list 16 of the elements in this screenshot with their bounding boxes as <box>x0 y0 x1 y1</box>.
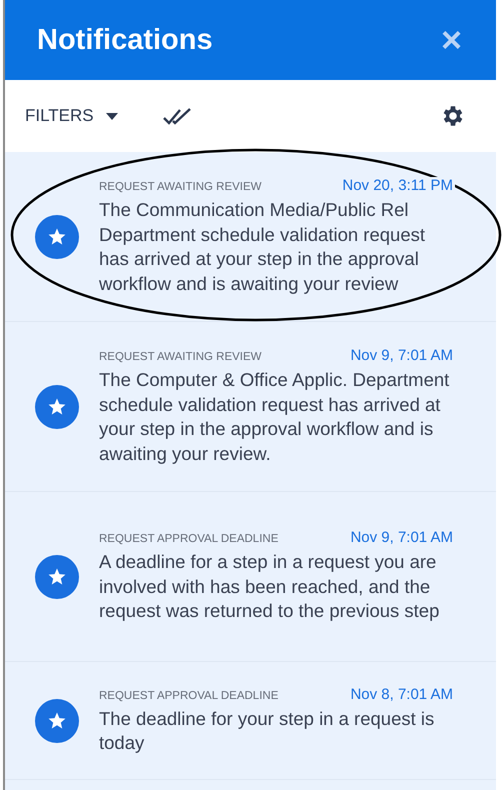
notification-text: The deadline for your step in a request is today <box>99 706 436 755</box>
notification-category: REQUEST AWAITING REVIEW <box>99 181 262 193</box>
notification-item[interactable]: REQUEST AWAITING REVIEW Nov 9, 7:01 AM The Computer & Office Applic. Department schedule validation request has arrived at your step in the approval workflow and is awaiting your review. <box>5 322 496 492</box>
notification-category: REQUEST APPROVAL DEADLINE <box>99 533 278 546</box>
caret-icon <box>106 112 118 120</box>
notification-item[interactable]: REQUEST AWAITING REVIEW Nov 20, 3:11 PM The Communication Media/Public Rel Department schedule validation request has arrived at your step in the approval workflow and is awaiting your review <box>5 152 496 322</box>
notification-item[interactable]: REQUEST APPROVAL DEADLINE Nov 9, 7:01 AM A deadline for a step in a request you are involved with has been reached, and the request was returned to the previous step <box>5 492 496 662</box>
double-check-icon[interactable] <box>162 106 192 126</box>
panel-title: Notifications <box>37 24 213 56</box>
notification-category: REQUEST AWAITING REVIEW <box>99 351 262 363</box>
notification-text: The Computer & Office Applic. Department schedule validation request has arrived at your step in the approval workflow and is awaiting your review. <box>99 368 450 466</box>
notification-category: REQUEST APPROVAL DEADLINE <box>99 690 278 702</box>
filters-dropdown[interactable]: FILTERS <box>25 106 118 126</box>
notification-text: A deadline for a step in a request you are involved with has been reached, and the request was returned to the previous step <box>99 550 440 624</box>
notification-item[interactable]: REQUEST APPROVAL DEADLINE Nov 8, 7:01 AM The deadline for your step in a request is today <box>5 662 496 780</box>
notification-text: The Communication Media/Public Rel Department schedule validation request has arrived at your step in the approval workflow and is awaiting your review <box>99 198 426 296</box>
